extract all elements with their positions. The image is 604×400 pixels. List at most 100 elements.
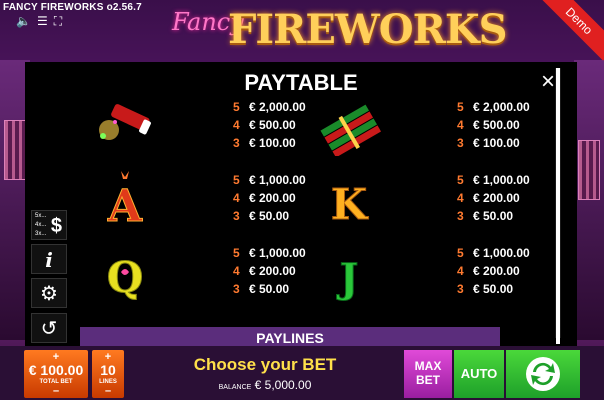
history-clock-icon: ↺ [40, 318, 58, 340]
match-count: 3 [457, 282, 464, 296]
svg-text:Q: Q [107, 253, 144, 302]
info-button[interactable]: i [31, 244, 67, 274]
match-count: 3 [233, 209, 240, 223]
paytable-entry-a: A 5 € 1,000.00 4 € 200.00 3 € 50.00 [91, 169, 331, 229]
lines-increase-button[interactable]: + [92, 352, 124, 363]
payout-amount: € 2,000.00 [473, 100, 530, 114]
match-count: 5 [233, 100, 240, 114]
pay-row: 3 € 100.00 [457, 134, 530, 152]
autoplay-button[interactable]: AUTO [454, 350, 504, 398]
top-controls: 🔈 ☰ ⛶ [16, 15, 62, 27]
match-count: 4 [233, 264, 240, 278]
menu-icon[interactable]: ☰ [37, 15, 48, 27]
payout-amount: € 100.00 [249, 136, 296, 150]
payout-amount: € 1,000.00 [249, 173, 306, 187]
payouts-k: 5 € 1,000.00 4 € 200.00 3 € 50.00 [457, 171, 530, 225]
letter-a-icon: A [106, 171, 143, 229]
match-count: 5 [233, 246, 240, 260]
pay-row: 5 € 1,000.00 [233, 171, 306, 189]
top-bar: FANCY FIREWORKS o2.56.7 🔈 ☰ ⛶ Fancy FIRE… [0, 0, 604, 62]
multiplier-4x: 4x... [35, 222, 47, 228]
pay-row: 4 € 200.00 [233, 189, 306, 207]
pay-row: 3 € 50.00 [457, 280, 530, 298]
payout-amount: € 200.00 [473, 191, 520, 205]
close-button[interactable]: × [541, 68, 555, 96]
svg-text:K: K [331, 180, 369, 229]
bet-decrease-button[interactable]: – [24, 386, 88, 397]
settings-button[interactable]: ⚙ [31, 278, 67, 308]
lines-decrease-button[interactable]: – [92, 386, 124, 397]
payout-amount: € 500.00 [249, 118, 296, 132]
balance-label: BALANCE [218, 384, 252, 391]
match-count: 3 [457, 209, 464, 223]
payouts-a: 5 € 1,000.00 4 € 200.00 3 € 50.00 [233, 171, 306, 225]
game-logo: Fancy FIREWORKS [170, 4, 507, 56]
payout-amount: € 500.00 [473, 118, 520, 132]
pay-row: 5 € 1,000.00 [457, 171, 530, 189]
payout-amount: € 200.00 [249, 191, 296, 205]
multiplier-3x: 3x... [35, 231, 47, 237]
match-count: 4 [233, 118, 240, 132]
fullscreen-icon[interactable]: ⛶ [54, 15, 62, 27]
payout-amount: € 50.00 [249, 282, 290, 296]
scrollbar-thumb[interactable] [556, 68, 560, 344]
payout-amount: € 1,000.00 [473, 173, 530, 187]
paytable-title: PAYTABLE [244, 70, 358, 95]
match-count: 3 [233, 136, 240, 150]
paytable-entry-q: Q 5 € 1,000.00 4 € 200.00 3 € 50.00 [91, 242, 331, 302]
paytable-scrollbar[interactable] [555, 68, 561, 344]
background-window-left [4, 120, 26, 180]
pay-row: 3 € 50.00 [233, 207, 306, 225]
payout-amount: € 200.00 [473, 264, 520, 278]
match-count: 5 [457, 100, 464, 114]
history-button[interactable]: ↺ [31, 313, 67, 343]
match-count: 5 [457, 246, 464, 260]
sound-icon[interactable]: 🔈 [16, 15, 31, 27]
max-bet-button[interactable]: MAX BET [404, 350, 452, 398]
bet-increase-button[interactable]: + [24, 352, 88, 363]
pay-row: 5 € 1,000.00 [457, 244, 530, 262]
paylines-section-header[interactable]: PAYLINES [80, 327, 500, 347]
svg-text:A: A [107, 181, 143, 229]
pay-row: 5 € 1,000.00 [233, 244, 306, 262]
max-bet-line1: MAX [414, 359, 442, 373]
match-count: 4 [457, 191, 464, 205]
pay-row: 4 € 500.00 [233, 116, 306, 134]
background-building-right [574, 60, 604, 340]
firecracker-icon [99, 104, 151, 140]
svg-text:J: J [337, 255, 359, 302]
payout-amount: € 2,000.00 [249, 100, 306, 114]
message-panel: Choose your BET BALANCE € 5,000.00 [128, 350, 402, 398]
match-count: 5 [457, 173, 464, 187]
letter-q-icon: Q [106, 253, 144, 303]
multiplier-5x: 5x... [35, 213, 47, 219]
payout-amount: € 1,000.00 [473, 246, 530, 260]
game-version: FANCY FIREWORKS o2.56.7 [3, 2, 142, 13]
paytable-side-button[interactable]: 5x... 4x... 3x... $ [31, 210, 67, 240]
paytable-entry-j: J 5 € 1,000.00 4 € 200.00 3 € 50.00 [315, 242, 555, 302]
pay-row: 4 € 200.00 [233, 262, 306, 280]
info-icon: i [45, 248, 53, 272]
paytable-entry-firecracker: 5 € 2,000.00 4 € 500.00 3 € 100.00 [91, 96, 331, 156]
status-message: Choose your BET [193, 355, 337, 374]
balance-value: € 5,000.00 [254, 378, 312, 392]
pay-row: 4 € 500.00 [457, 116, 530, 134]
logo-main-text: FIREWORKS [228, 6, 507, 53]
pay-row: 3 € 100.00 [233, 134, 306, 152]
pay-row: 5 € 2,000.00 [457, 98, 530, 116]
lines-value: 10 [100, 362, 116, 378]
spin-button[interactable] [506, 350, 580, 398]
payouts-firecracker: 5 € 2,000.00 4 € 500.00 3 € 100.00 [233, 98, 306, 152]
pay-row: 5 € 2,000.00 [233, 98, 306, 116]
payout-amount: € 50.00 [473, 282, 514, 296]
demo-ribbon: Demo [539, 0, 604, 61]
paytable-panel: PAYTABLE × 5 € 2,000.00 4 € 500.00 3 € 100.… [25, 62, 577, 346]
paytable-entry-k: K 5 € 1,000.00 4 € 200.00 3 € 50.00 [315, 169, 555, 229]
payout-amount: € 100.00 [473, 136, 520, 150]
match-count: 4 [457, 264, 464, 278]
match-count: 4 [457, 118, 464, 132]
max-bet-line2: BET [416, 373, 440, 387]
letter-k-icon: K [330, 180, 369, 230]
payouts-j: 5 € 1,000.00 4 € 200.00 3 € 50.00 [457, 244, 530, 298]
pay-row: 4 € 200.00 [457, 262, 530, 280]
